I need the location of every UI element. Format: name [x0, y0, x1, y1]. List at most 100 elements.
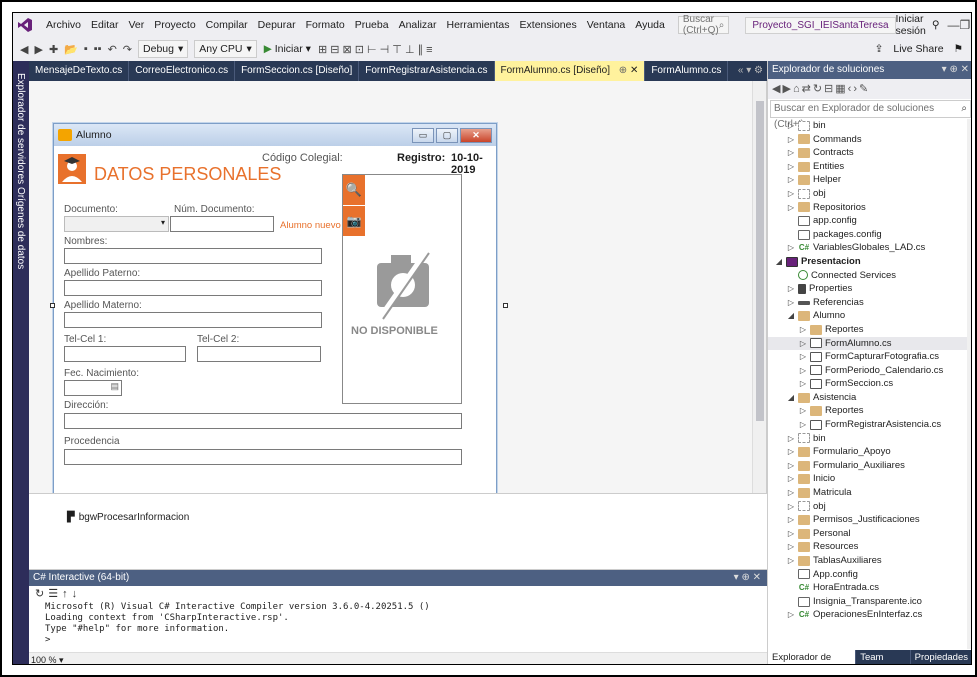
- history-up-icon[interactable]: ↑: [62, 588, 72, 600]
- tree-node[interactable]: ▷ Reportes: [768, 323, 971, 337]
- expand-arrow-icon[interactable]: ▷: [798, 350, 808, 364]
- expand-arrow-icon[interactable]: ▷: [786, 119, 796, 133]
- tab-formalumno-diseno[interactable]: FormAlumno.cs [Diseño] ⊕ ✕: [494, 61, 646, 81]
- tab-formregistrarasistencia[interactable]: FormRegistrarAsistencia.cs: [359, 61, 495, 81]
- new-project-icon[interactable]: ✚: [46, 43, 61, 56]
- tree-node[interactable]: ▷ Referencias: [768, 296, 971, 310]
- tree-node[interactable]: ▷ Reportes: [768, 404, 971, 418]
- tree-node[interactable]: ▷ FormSeccion.cs: [768, 377, 971, 391]
- expand-arrow-icon[interactable]: ▷: [786, 173, 796, 187]
- tree-node[interactable]: ▷ Entities: [768, 160, 971, 174]
- form-designer-surface[interactable]: Alumno ▭ ▢ ✕ DATOS PERSONALES Código Col…: [29, 81, 767, 493]
- config-select[interactable]: Debug ▾: [138, 40, 189, 58]
- tree-node[interactable]: app.config: [768, 214, 971, 228]
- back-icon[interactable]: ◀: [17, 43, 31, 56]
- save-icon[interactable]: ▪: [81, 43, 91, 55]
- start-button[interactable]: ▶ Iniciar ▾: [260, 43, 315, 55]
- menu-prueba[interactable]: Prueba: [350, 13, 394, 37]
- alumno-form[interactable]: Alumno ▭ ▢ ✕ DATOS PERSONALES Código Col…: [53, 123, 497, 493]
- live-share-button[interactable]: ⇪ Live Share ⚑: [875, 43, 963, 55]
- resize-handle-left[interactable]: [50, 303, 55, 308]
- expand-arrow-icon[interactable]: ▷: [786, 472, 796, 486]
- expand-arrow-icon[interactable]: ▷: [786, 554, 796, 568]
- expand-arrow-icon[interactable]: ▷: [786, 201, 796, 215]
- tab-formseccion-diseno[interactable]: FormSeccion.cs [Diseño]: [235, 61, 360, 81]
- solution-search-input[interactable]: Buscar en Explorador de soluciones (Ctrl…: [770, 100, 971, 130]
- tree-node[interactable]: ▷ Personal: [768, 527, 971, 541]
- documento-select[interactable]: ▾: [64, 216, 169, 232]
- home-icon[interactable]: ⌂: [793, 83, 802, 95]
- tree-node[interactable]: C# HoraEntrada.cs: [768, 581, 971, 595]
- console-prompt[interactable]: >: [29, 635, 767, 646]
- close-tab-icon[interactable]: ✕: [630, 65, 638, 76]
- tree-node[interactable]: ▷ TablasAuxiliares: [768, 554, 971, 568]
- fec-nacimiento-picker[interactable]: ▤: [64, 380, 122, 396]
- expand-arrow-icon[interactable]: ▷: [786, 187, 796, 201]
- expand-arrow-icon[interactable]: ◢: [786, 309, 796, 323]
- tree-node[interactable]: ▷ Formulario_Auxiliares: [768, 459, 971, 473]
- camera-button[interactable]: 📷: [343, 206, 365, 236]
- direccion-input[interactable]: [64, 413, 462, 429]
- tab-correoelectronico[interactable]: CorreoElectronico.cs: [129, 61, 236, 81]
- expand-arrow-icon[interactable]: ▷: [786, 486, 796, 500]
- expand-arrow-icon[interactable]: ◢: [786, 391, 796, 405]
- forward-icon[interactable]: ▶: [31, 43, 45, 56]
- code-icon[interactable]: ‹›: [848, 83, 859, 95]
- nombres-input[interactable]: [64, 248, 322, 264]
- open-icon[interactable]: 📂: [61, 43, 81, 56]
- menu-depurar[interactable]: Depurar: [253, 13, 301, 37]
- tree-node[interactable]: ▷ Commands: [768, 133, 971, 147]
- expand-arrow-icon[interactable]: ▷: [798, 418, 808, 432]
- expand-arrow-icon[interactable]: ▷: [786, 160, 796, 174]
- tree-node[interactable]: ▷ FormRegistrarAsistencia.cs: [768, 418, 971, 432]
- alumno-nuevo-link[interactable]: Alumno nuevo: [280, 220, 341, 231]
- tree-node[interactable]: ▷ bin: [768, 119, 971, 133]
- tree-node[interactable]: ▷ Inicio: [768, 472, 971, 486]
- expand-arrow-icon[interactable]: ▷: [786, 608, 796, 622]
- tree-node[interactable]: ▷ Formulario_Apoyo: [768, 445, 971, 459]
- telcel1-input[interactable]: [64, 346, 186, 362]
- menu-ventana[interactable]: Ventana: [582, 13, 631, 37]
- expand-arrow-icon[interactable]: ◢: [774, 255, 784, 269]
- tree-node[interactable]: ▷ Permisos_Justificaciones: [768, 513, 971, 527]
- form-maximize-button[interactable]: ▢: [436, 127, 458, 143]
- tab-solution-explorer[interactable]: Explorador de soluciones: [768, 650, 857, 664]
- collapse-icon[interactable]: ⊟: [824, 83, 835, 95]
- expand-arrow-icon[interactable]: ▷: [786, 282, 796, 296]
- reset-icon[interactable]: ↻: [35, 588, 48, 600]
- expand-arrow-icon[interactable]: ▷: [798, 337, 808, 351]
- tree-node[interactable]: Insignia_Transparente.ico: [768, 595, 971, 609]
- tab-mensajedetexto[interactable]: MensajeDeTexto.cs: [29, 61, 130, 81]
- restore-button[interactable]: ❐: [960, 18, 971, 32]
- tree-node[interactable]: ▷ C# VariablesGlobales_LAD.cs: [768, 241, 971, 255]
- panel-options-icon[interactable]: ▾ ⊕ ✕: [734, 570, 761, 586]
- menu-archivo[interactable]: Archivo: [41, 13, 86, 37]
- apellido-materno-input[interactable]: [64, 312, 322, 328]
- expand-arrow-icon[interactable]: ▷: [786, 241, 796, 255]
- tree-node[interactable]: ◢ Alumno: [768, 309, 971, 323]
- tab-formalumno-code[interactable]: FormAlumno.cs: [645, 61, 729, 81]
- platform-select[interactable]: Any CPU ▾: [194, 40, 257, 58]
- tree-node[interactable]: ▷ obj: [768, 187, 971, 201]
- tree-node[interactable]: ▷ FormPeriodo_Calendario.cs: [768, 364, 971, 378]
- tree-node[interactable]: ▷ FormCapturarFotografia.cs: [768, 350, 971, 364]
- wrench-icon[interactable]: ✎: [859, 83, 870, 95]
- solution-scrollbar[interactable]: [967, 119, 971, 649]
- expand-arrow-icon[interactable]: ▷: [798, 377, 808, 391]
- feedback-icon[interactable]: ⚑: [954, 43, 963, 55]
- global-search-input[interactable]: Buscar (Ctrl+Q) ⌕: [677, 14, 730, 36]
- telcel2-input[interactable]: [197, 346, 321, 362]
- menu-extensiones[interactable]: Extensiones: [515, 13, 582, 37]
- history-down-icon[interactable]: ↓: [72, 588, 82, 600]
- save-all-icon[interactable]: ▪▪: [91, 43, 105, 55]
- panel-options-icon[interactable]: ▾ ⊕ ✕: [942, 61, 969, 79]
- form-close-button[interactable]: ✕: [460, 127, 492, 143]
- tree-node[interactable]: ◢ Asistencia: [768, 391, 971, 405]
- refresh-icon[interactable]: ↻: [813, 83, 824, 95]
- expand-arrow-icon[interactable]: ▷: [786, 445, 796, 459]
- tree-node[interactable]: ▷ C# OperacionesEnInterfaz.cs: [768, 608, 971, 622]
- tree-node[interactable]: App.config: [768, 568, 971, 582]
- menu-herramientas[interactable]: Herramientas: [442, 13, 515, 37]
- forward-icon[interactable]: ▶: [782, 83, 792, 95]
- menu-proyecto[interactable]: Proyecto: [149, 13, 200, 37]
